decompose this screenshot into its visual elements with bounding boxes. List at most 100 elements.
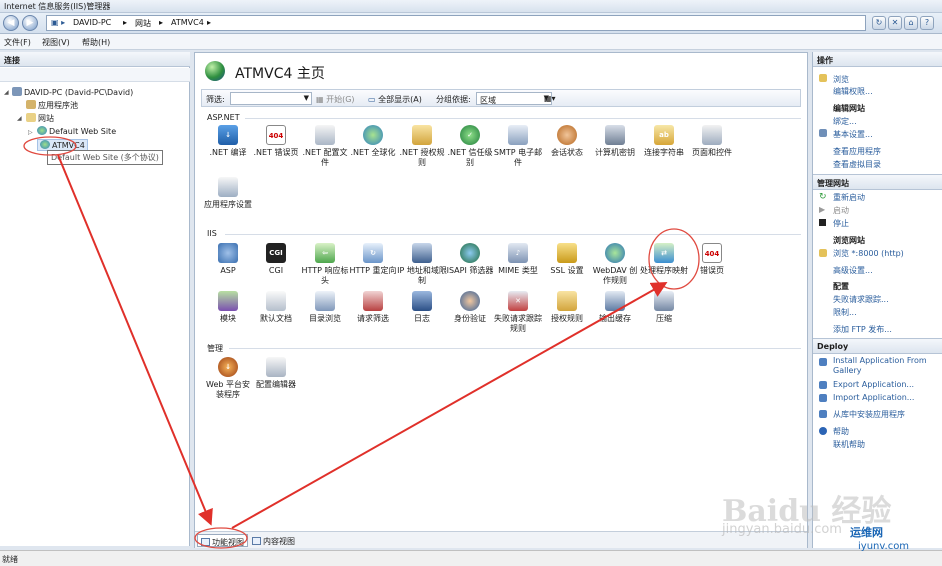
feature-net-profile[interactable]: .NET 配置文件	[300, 125, 350, 168]
view-icon[interactable]: ▦▾	[544, 94, 556, 103]
feature-smtp[interactable]: SMTP 电子邮件	[493, 125, 543, 168]
content-view-icon	[252, 537, 261, 545]
feature-web-platform[interactable]: ↓ Web 平台安装程序	[203, 357, 253, 400]
feature-pages-controls[interactable]: 页面和控件	[687, 125, 737, 158]
feature-mime[interactable]: ♪ MIME 类型	[493, 243, 543, 276]
feature-http-redirect[interactable]: ↻ HTTP 重定向	[348, 243, 398, 276]
tab-features-view[interactable]: 功能视图	[197, 534, 248, 547]
feature-logging[interactable]: 日志	[397, 291, 447, 324]
feature-net-compile[interactable]: ↓ .NET 编译	[203, 125, 253, 158]
refresh-icon[interactable]: ↻	[872, 16, 886, 30]
feature-config-editor[interactable]: 配置编辑器	[251, 357, 301, 390]
authorization-icon	[412, 125, 432, 145]
feature-session[interactable]: 会话状态	[542, 125, 592, 158]
feature-http-headers[interactable]: ⇦ HTTP 响应标头	[300, 243, 350, 286]
menu-view[interactable]: 视图(V)	[42, 37, 70, 48]
globe-icon	[40, 140, 50, 149]
crumb-site[interactable]: ATMVC4	[171, 18, 204, 27]
feature-label: 计算机密钥	[595, 148, 635, 157]
feature-webdav[interactable]: WebDAV 创作规则	[590, 243, 640, 286]
action-browse[interactable]: 浏览	[833, 74, 849, 85]
feature-net-trust[interactable]: ✓ .NET 信任级别	[445, 125, 495, 168]
feature-isapi[interactable]: ISAPI 筛选器	[445, 243, 495, 276]
feature-modules[interactable]: 模块	[203, 291, 253, 324]
crumb-server[interactable]: DAVID-PC	[73, 18, 111, 27]
feature-default-doc[interactable]: 默认文档	[251, 291, 301, 324]
feature-label: MIME 类型	[498, 266, 538, 275]
globe-icon	[37, 126, 47, 135]
feature-ssl[interactable]: SSL 设置	[542, 243, 592, 276]
feature-compression[interactable]: 压缩	[639, 291, 689, 324]
feature-label: HTTP 响应标头	[301, 266, 349, 285]
action-restart[interactable]: 重新启动	[833, 192, 865, 203]
action-online-help[interactable]: 联机帮助	[833, 439, 865, 450]
feature-dir-browsing[interactable]: 目录浏览	[300, 291, 350, 324]
collapse-icon[interactable]: ▷	[28, 129, 33, 136]
feature-asp[interactable]: ASP	[203, 243, 253, 276]
failed-request-icon: ✕	[508, 291, 528, 311]
back-icon[interactable]: ◀	[3, 15, 19, 31]
feature-request-filtering[interactable]: 请求筛选	[348, 291, 398, 324]
action-add-ftp[interactable]: 添加 FTP 发布...	[833, 324, 892, 335]
tree-server[interactable]: DAVID-PC (David-PC\David)	[12, 87, 133, 97]
action-export[interactable]: Export Application...	[833, 380, 914, 389]
action-advanced-settings[interactable]: 高级设置...	[833, 265, 873, 276]
action-install-from-gallery[interactable]: 从库中安装应用程序	[833, 409, 905, 420]
feature-net-globalization[interactable]: .NET 全球化	[348, 125, 398, 158]
feature-output-cache[interactable]: 输出缓存	[590, 291, 640, 324]
action-bindings[interactable]: 绑定...	[833, 116, 857, 127]
feature-authentication[interactable]: 身份验证	[445, 291, 495, 324]
feature-label: 连接字符串	[644, 148, 684, 157]
feature-net-errorpages[interactable]: 404 .NET 错误页	[251, 125, 301, 158]
feature-net-authz[interactable]: .NET 授权规则	[397, 125, 447, 168]
feature-cgi[interactable]: CGI CGI	[251, 243, 301, 276]
crumb-sites[interactable]: 网站	[135, 18, 151, 29]
tree-sites[interactable]: 网站	[26, 113, 54, 124]
action-help[interactable]: 帮助	[833, 426, 849, 437]
tree-apppools[interactable]: 应用程序池	[26, 100, 78, 111]
action-view-apps[interactable]: 查看应用程序	[833, 146, 881, 157]
tab-label: 功能视图	[212, 538, 244, 547]
menu-help[interactable]: 帮助(H)	[82, 37, 110, 48]
stop-icon[interactable]: ✕	[888, 16, 902, 30]
home-icon[interactable]: ⌂	[904, 16, 918, 30]
config-editor-icon	[266, 357, 286, 377]
feature-connstrings[interactable]: ab 连接字符串	[639, 125, 689, 158]
feature-label: 失败请求跟踪规则	[494, 314, 542, 333]
start-button[interactable]: ▦ 开始(G)	[316, 94, 355, 105]
action-start[interactable]: 启动	[833, 205, 849, 216]
connections-panel: 连接 ◢ DAVID-PC (David-PC\David) 应用程序池 ◢ 网…	[0, 52, 190, 546]
start-label: 开始(G)	[326, 95, 355, 104]
action-view-vdirs[interactable]: 查看虚拟目录	[833, 159, 881, 170]
feature-appsettings[interactable]: 应用程序设置	[203, 177, 253, 210]
action-edit-permissions[interactable]: 编辑权限...	[833, 86, 873, 97]
groupby-value: 区域	[480, 96, 496, 105]
action-stop[interactable]: 停止	[833, 218, 849, 229]
action-limits[interactable]: 限制...	[833, 307, 857, 318]
divider	[229, 348, 801, 349]
feature-ip-restrictions[interactable]: IP 地址和域限制	[397, 243, 447, 286]
help-icon[interactable]: ?	[920, 16, 934, 30]
action-basic-settings[interactable]: 基本设置...	[833, 129, 873, 140]
feature-error-pages[interactable]: 404 错误页	[687, 243, 737, 276]
menu-file[interactable]: 文件(F)	[4, 37, 31, 48]
address-field[interactable]: ▣ ▸ DAVID-PC ▸ 网站 ▸ ATMVC4 ▸	[46, 15, 866, 31]
feature-failed-request[interactable]: ✕ 失败请求跟踪规则	[493, 291, 543, 334]
action-failed-tracing[interactable]: 失败请求跟踪...	[833, 294, 889, 305]
action-install-gallery[interactable]: Install Application From Gallery	[833, 356, 933, 376]
expand-icon[interactable]: ◢	[4, 89, 9, 96]
feature-machinekey[interactable]: 计算机密钥	[590, 125, 640, 158]
tooltip: Default Web Site (多个协议)	[47, 150, 163, 165]
forward-icon[interactable]: ▶	[22, 15, 38, 31]
filter-input[interactable]: ▼	[230, 92, 312, 105]
tab-content-view[interactable]: 内容视图	[249, 534, 298, 547]
tree-default-site[interactable]: Default Web Site	[37, 126, 116, 136]
feature-handler-mappings[interactable]: ⇄ 处理程序映射	[639, 243, 689, 276]
expand-icon[interactable]: ◢	[17, 115, 22, 122]
profile-icon	[315, 125, 335, 145]
groupby-select[interactable]: 区域 ▼	[476, 92, 552, 105]
action-import[interactable]: Import Application...	[833, 393, 914, 402]
action-browse-8000[interactable]: 浏览 *:8000 (http)	[833, 248, 904, 259]
showall-button[interactable]: ▭ 全部显示(A)	[368, 94, 422, 105]
feature-authz-rules[interactable]: 授权规则	[542, 291, 592, 324]
